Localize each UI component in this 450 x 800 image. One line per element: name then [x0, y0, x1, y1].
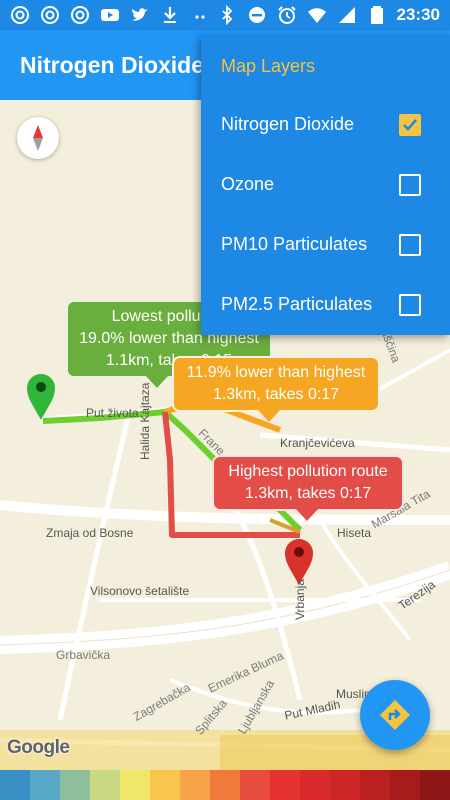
compass-button[interactable] [17, 117, 59, 159]
signal-icon [338, 7, 355, 23]
scale-swatch [30, 770, 60, 800]
scale-swatch [420, 770, 450, 800]
menu-item-label: Nitrogen Dioxide [221, 114, 355, 134]
map-layers-menu: Map Layers Nitrogen Dioxide Ozone PM10 P… [201, 35, 450, 335]
street-label: Vilsonovo šetalište [90, 584, 190, 598]
checkbox-pm10[interactable] [399, 234, 421, 256]
callout-line: Highest pollution route [228, 463, 388, 480]
checkmark-icon [403, 119, 417, 131]
wifi-icon [307, 8, 326, 23]
street-label: Halida Kajtaza [138, 382, 152, 460]
status-bar: 23:30 [0, 0, 450, 30]
street-label: Zmaja od Bosne [46, 526, 134, 540]
compass-icon [33, 125, 43, 151]
more-dots-icon [195, 15, 205, 19]
scale-swatch [90, 770, 120, 800]
menu-item-ozone[interactable]: Ozone [201, 155, 450, 215]
menu-item-pm25[interactable]: PM2.5 Particulates [201, 275, 450, 335]
at-sign-icon [41, 6, 59, 24]
do-not-disturb-icon [248, 7, 265, 23]
menu-item-label: PM2.5 Particulates [221, 294, 373, 314]
battery-icon [370, 6, 383, 24]
scale-swatch [270, 770, 300, 800]
mid-pollution-callout[interactable]: 11.9% lower than highest 1.3km, takes 0:… [172, 356, 380, 422]
scale-swatch [120, 770, 150, 800]
callout-line: 1.3km, takes 0:17 [244, 485, 372, 502]
callout-line: 11.9% lower than highest [186, 364, 366, 381]
checkbox-nitrogen-dioxide[interactable] [399, 114, 421, 136]
checkbox-pm25[interactable] [399, 294, 421, 316]
highest-pollution-callout[interactable]: Highest pollution route 1.3km, takes 0:1… [212, 455, 404, 521]
street-label: Kranjčevićeva [280, 436, 355, 450]
scale-swatch [180, 770, 210, 800]
directions-button[interactable] [360, 680, 430, 750]
status-time: 23:30 [396, 5, 440, 24]
street-label: Put života [86, 406, 139, 420]
scale-swatch [240, 770, 270, 800]
scale-swatch [150, 770, 180, 800]
twitter-icon [132, 8, 148, 21]
checkbox-ozone[interactable] [399, 174, 421, 196]
scale-swatch [360, 770, 390, 800]
directions-icon [380, 700, 410, 730]
menu-item-pm10[interactable]: PM10 Particulates [201, 215, 450, 275]
menu-item-label: PM10 Particulates [221, 234, 368, 254]
scale-swatch [390, 770, 420, 800]
street-label: Vrbanja [293, 579, 307, 620]
menu-title: Map Layers [221, 56, 316, 76]
callout-line: 1.3km, takes 0:17 [212, 386, 340, 403]
street-label: Grbavička [56, 648, 111, 662]
at-sign-icon [71, 6, 89, 24]
menu-item-label: Ozone [221, 174, 275, 194]
at-sign-icon [11, 6, 29, 24]
youtube-icon [101, 9, 119, 21]
menu-item-nitrogen-dioxide[interactable]: Nitrogen Dioxide [201, 95, 450, 155]
scale-swatch [210, 770, 240, 800]
scale-swatch [60, 770, 90, 800]
scale-swatch [330, 770, 360, 800]
scale-swatch [0, 770, 30, 800]
google-logo: Google [7, 737, 70, 758]
bluetooth-icon [221, 5, 232, 25]
download-icon [164, 7, 176, 23]
start-pin-shape [27, 374, 55, 420]
scale-swatch [300, 770, 330, 800]
street-label: Hiseta [337, 526, 372, 540]
alarm-icon [277, 6, 296, 24]
page-title: Nitrogen Dioxide [20, 52, 205, 78]
pollution-color-scale [0, 770, 450, 800]
